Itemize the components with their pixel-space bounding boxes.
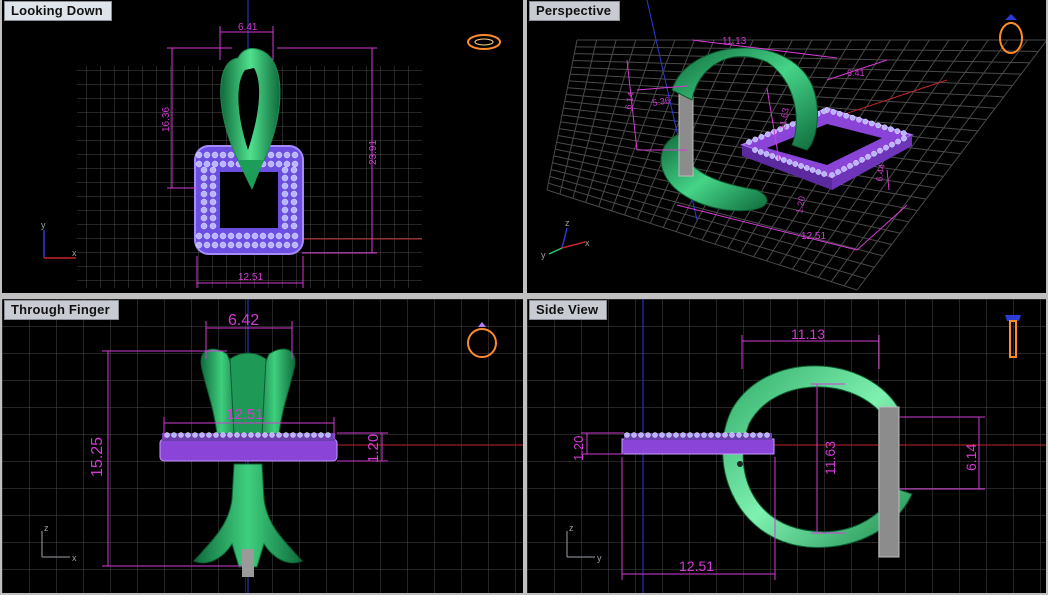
- dim-label: 6.41: [847, 68, 865, 78]
- axis-widget: z x y: [541, 218, 590, 260]
- dim-label: 12.51: [238, 272, 263, 283]
- viewport-side-view[interactable]: Side View 11.13 1.20 11.63 6.14 12.51 z …: [527, 299, 1046, 593]
- viewport-title[interactable]: Perspective: [529, 1, 621, 21]
- side-view-scene: 11.13 1.20 11.63 6.14 12.51 z y: [527, 299, 1046, 593]
- dim-label: 6.14: [963, 444, 979, 471]
- dim-label: 15.25: [89, 437, 106, 477]
- dim-label: 23.91: [368, 140, 379, 165]
- viewport-title[interactable]: Looking Down: [4, 1, 112, 21]
- viewport-title[interactable]: Through Finger: [4, 300, 119, 320]
- dim-label: 16.36: [161, 107, 172, 132]
- dim-label: 11.13: [722, 36, 747, 47]
- svg-text:z: z: [565, 218, 570, 228]
- dim-label: 1.20: [365, 434, 382, 463]
- svg-text:y: y: [41, 220, 46, 230]
- dim-label: 6.41: [238, 22, 258, 33]
- svg-text:y: y: [541, 250, 546, 260]
- ring-top-icon: [467, 34, 501, 50]
- dim-label: 12.51: [679, 558, 714, 574]
- svg-text:z: z: [569, 523, 574, 533]
- viewport-through-finger[interactable]: Through Finger 6.42 12.51 15.25 1.20 z x: [2, 299, 523, 593]
- pave-stones: [624, 432, 770, 438]
- dim-label: 11.13: [791, 326, 825, 342]
- dim-label: 11.63: [822, 441, 838, 475]
- band-upper: [671, 47, 818, 151]
- svg-text:z: z: [44, 523, 49, 533]
- viewport-title[interactable]: Side View: [529, 300, 608, 320]
- viewport-looking-down[interactable]: Looking Down 6.41 16.36 23.91 12.51 y x: [2, 0, 523, 293]
- dim-label: 6.14: [623, 91, 636, 110]
- perspective-scene: 11.13 6.41 6.14 5.36 11.63 12.51 6.44 1.…: [541, 0, 1046, 291]
- metal-post: [678, 87, 694, 177]
- ring-perspective-icon: [999, 14, 1023, 54]
- svg-text:x: x: [72, 248, 77, 258]
- dim-label: 6.42: [228, 312, 259, 329]
- through-finger-scene: 6.42 12.51 15.25 1.20 z x: [2, 299, 523, 593]
- dim-label: 12.51: [801, 231, 826, 242]
- looking-down-scene: 6.41 16.36 23.91 12.51 y x: [41, 0, 501, 288]
- svg-text:y: y: [597, 553, 602, 563]
- dim-label: 1.20: [571, 436, 586, 461]
- svg-text:x: x: [72, 553, 77, 563]
- axis-widget: y x: [41, 220, 77, 259]
- metal-post: [878, 406, 900, 558]
- svg-text:x: x: [585, 238, 590, 248]
- viewport-perspective[interactable]: Perspective 11.13 6.41 6.14 5.36 11.63 1…: [527, 0, 1046, 293]
- dim-label: 12.51: [226, 406, 264, 423]
